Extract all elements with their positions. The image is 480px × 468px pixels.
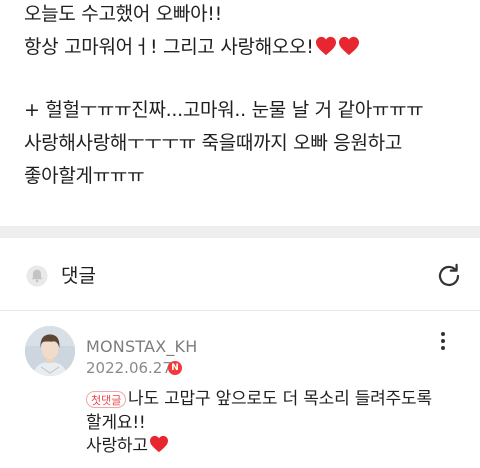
comments-title: 댓글 [61,265,96,287]
first-comment-badge: 첫댓글 [86,391,127,408]
comment-line-2: 할게요!! [86,413,146,433]
bell-icon [26,265,48,287]
heart-icon [315,36,336,56]
comment-line-3: 사랑하고 [86,435,169,457]
avatar[interactable] [25,326,75,376]
post-line-3: + 헐헐ㅜㅠㅠ진짜...고마워.. 눈물 날 거 같아ㅠㅠㅠ [24,99,424,121]
more-dot [441,346,445,350]
heart-icon [149,435,168,453]
comment-item: MONSTAX_KH 2022.06.27 N 첫댓글 나도 고맙구 앞으로도 … [0,311,480,468]
avatar-photo [25,326,75,376]
post-line-2-text: 항상 고마워어ㅓ! 그리고 사랑해오오! [24,36,314,58]
post-line-4: 사랑해사랑해ㅜㅜㅜㅠ 죽을때까지 오빠 응원하고 [24,132,403,154]
comment-date: 2022.06.27 [86,359,172,377]
post-line-5: 좋아할게ㅠㅠㅠ [24,165,145,187]
more-dot [441,332,445,336]
comment-line-3-text: 사랑하고 [86,436,148,456]
heart-icon [338,36,359,56]
refresh-icon[interactable] [434,261,464,291]
more-vertical-icon[interactable] [428,326,458,356]
section-separator [0,226,480,238]
comments-header: 댓글 [0,238,480,310]
more-dot [441,339,445,343]
post-body: 오늘도 수고했어 오빠아!! 항상 고마워어ㅓ! 그리고 사랑해오오! + 헐헐… [0,0,480,226]
post-line-2: 항상 고마워어ㅓ! 그리고 사랑해오오! [24,35,360,59]
post-line-1: 오늘도 수고했어 오빠아!! [24,3,222,25]
new-badge: N [168,361,182,375]
comment-username[interactable]: MONSTAX_KH [86,337,197,357]
comment-line-1: 나도 고맙구 앞으로도 더 목소리 들려주도록 [128,389,432,409]
